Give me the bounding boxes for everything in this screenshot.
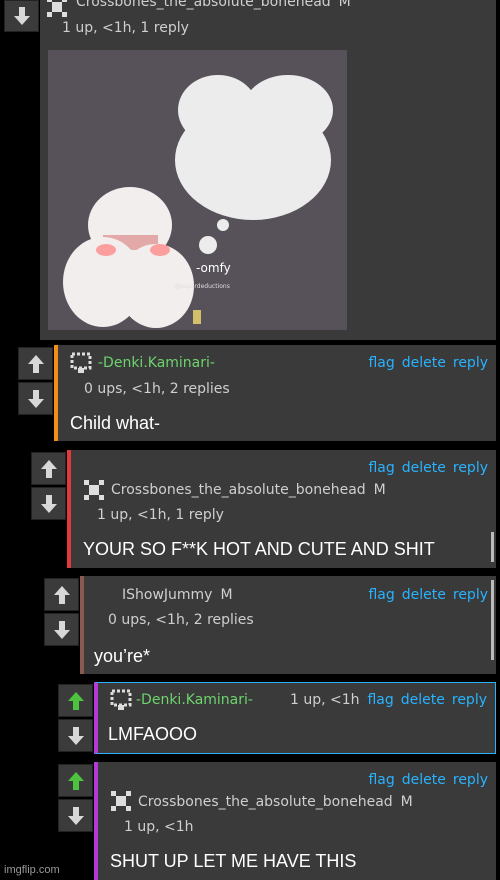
comment-actions: flag delete reply	[360, 692, 487, 708]
comment-card: -Denki.Kaminari- flag delete reply 0 ups, …	[54, 345, 496, 441]
arrow-up-icon	[40, 459, 57, 478]
comment-card: IShowJummy M flag delete reply 0 ups, <1h, …	[80, 576, 496, 674]
watermark: imgflip.com	[4, 864, 60, 876]
comment-username[interactable]: -Denki.Kaminari-	[136, 692, 253, 708]
avatar	[110, 689, 132, 710]
downvote-button[interactable]	[58, 799, 93, 832]
comment-actions: flag delete reply	[361, 460, 488, 476]
delete-link[interactable]: delete	[402, 355, 446, 371]
avatar	[84, 480, 104, 500]
scrollbar[interactable]	[491, 532, 494, 562]
comment-meta: 1 up, <1h, 1 reply	[62, 20, 189, 36]
image-credit: @superdeductions	[174, 283, 230, 290]
comment-image[interactable]: -omfy @superdeductions	[48, 50, 347, 330]
upvote-button[interactable]	[58, 764, 93, 797]
flag-link[interactable]: flag	[367, 692, 393, 708]
arrow-down-icon	[13, 7, 30, 25]
arrow-up-icon	[27, 354, 44, 373]
vote-column	[4, 0, 39, 32]
vote-column	[58, 764, 93, 832]
comment-meta: 0 ups, <1h, 2 replies	[84, 381, 230, 397]
comment-meta: 0 ups, <1h, 2 replies	[108, 612, 254, 628]
avatar	[70, 352, 92, 373]
arrow-down-icon	[40, 494, 57, 513]
flag-link[interactable]: flag	[368, 460, 394, 476]
scrollbar[interactable]	[491, 580, 494, 660]
image-caption: -omfy	[196, 261, 231, 275]
downvote-button[interactable]	[58, 719, 93, 752]
upvote-button[interactable]	[44, 578, 79, 611]
arrow-down-icon	[53, 620, 70, 639]
downvote-button[interactable]	[44, 613, 79, 646]
comment-actions: flag delete reply	[361, 355, 488, 371]
comment-card: -Denki.Kaminari- 1 up, <1h flag delete rep…	[94, 682, 496, 754]
reply-link[interactable]: reply	[453, 460, 488, 476]
arrow-down-icon	[27, 389, 44, 408]
vote-column	[44, 578, 79, 646]
comment-meta: 1 up, <1h	[124, 819, 194, 835]
upvote-button[interactable]	[31, 452, 66, 485]
comment-username[interactable]: Crossbones_the_absolute_bonehead M	[138, 794, 413, 810]
comment-body: Child what-	[70, 413, 161, 433]
comment-actions: flag delete reply	[361, 772, 488, 788]
comment-body: SHUT UP LET ME HAVE THIS	[110, 851, 357, 871]
comment-username[interactable]: Crossbones_the_absolute_bonehead M	[76, 0, 351, 10]
comment-meta: 1 up, <1h, 1 reply	[97, 507, 224, 523]
reply-link[interactable]: reply	[453, 587, 488, 603]
comment-username[interactable]: IShowJummy M	[122, 587, 233, 603]
delete-link[interactable]: delete	[402, 772, 446, 788]
avatar	[47, 0, 67, 17]
arrow-up-icon	[67, 771, 84, 790]
arrow-up-icon	[67, 691, 84, 710]
arrow-down-icon	[67, 726, 84, 745]
reply-link[interactable]: reply	[452, 692, 487, 708]
downvote-button[interactable]	[4, 0, 39, 32]
flag-link[interactable]: flag	[368, 587, 394, 603]
upvote-button[interactable]	[18, 347, 53, 380]
delete-link[interactable]: delete	[402, 587, 446, 603]
delete-link[interactable]: delete	[401, 692, 445, 708]
comment-card: flag delete reply Crossbones_the_absolute_…	[67, 450, 496, 568]
comment-body: YOUR SO F**K HOT AND CUTE AND SHIT	[83, 539, 435, 559]
flag-link[interactable]: flag	[368, 772, 394, 788]
comment-body: LMFAOOO	[108, 724, 198, 744]
comment-username[interactable]: Crossbones_the_absolute_bonehead M	[111, 482, 386, 498]
upvote-button[interactable]	[58, 684, 93, 717]
comment-card: flag delete reply Crossbones_the_absolute_…	[94, 762, 496, 880]
arrow-down-icon	[67, 806, 84, 825]
comment-username[interactable]: -Denki.Kaminari-	[98, 355, 215, 371]
arrow-up-icon	[53, 585, 70, 604]
flag-link[interactable]: flag	[368, 355, 394, 371]
delete-link[interactable]: delete	[402, 460, 446, 476]
meme-illustration: -omfy @superdeductions	[48, 50, 347, 330]
reply-link[interactable]: reply	[453, 772, 488, 788]
vote-column	[31, 452, 66, 520]
comment-card: Crossbones_the_absolute_bonehead M 1 up, …	[40, 0, 496, 340]
downvote-button[interactable]	[18, 382, 53, 415]
comment-actions: flag delete reply	[361, 587, 488, 603]
downvote-button[interactable]	[31, 487, 66, 520]
vote-column	[18, 347, 53, 415]
reply-link[interactable]: reply	[453, 355, 488, 371]
comment-meta: 1 up, <1h	[290, 692, 360, 708]
comment-body: you’re*	[94, 646, 151, 666]
vote-column	[58, 684, 93, 752]
avatar	[111, 791, 131, 811]
